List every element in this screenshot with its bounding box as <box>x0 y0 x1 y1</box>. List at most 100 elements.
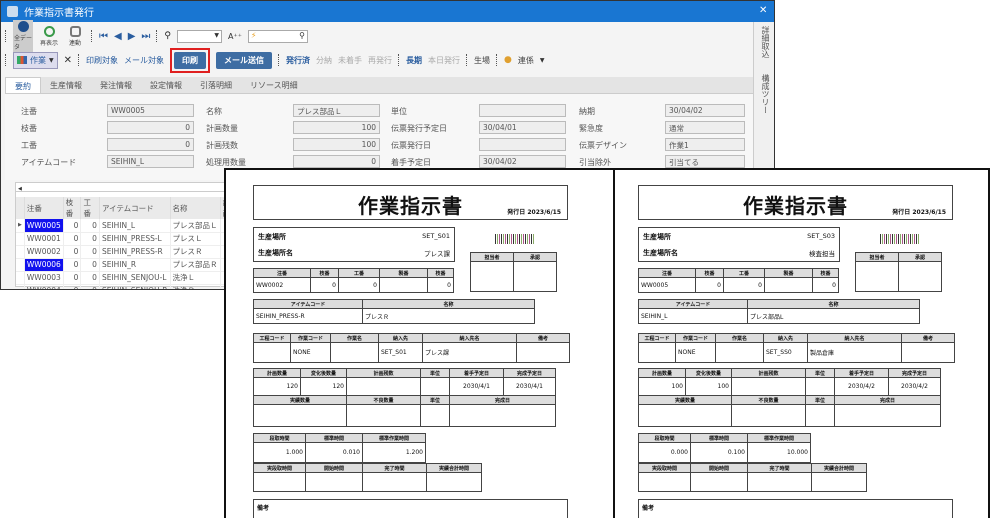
print-target-button[interactable]: 印刷対象 <box>86 55 118 66</box>
scroll-left-icon[interactable]: ◀ <box>16 186 22 192</box>
cell-item[interactable]: SEIHIN_L <box>99 219 171 233</box>
work-dropdown[interactable]: 作業 ▼ <box>13 51 58 69</box>
column-header[interactable]: 注番 <box>24 197 64 219</box>
search-field-select[interactable]: ▼ <box>177 29 222 43</box>
cell-work[interactable]: 0 <box>80 271 100 285</box>
cell-work[interactable]: 0 <box>80 258 100 272</box>
binoculars-icon[interactable]: ⚲ <box>164 31 171 41</box>
last-record-icon[interactable]: ⏭ <box>141 31 150 42</box>
field-input[interactable]: 30/04/02 <box>665 104 745 117</box>
cell-work[interactable]: 0 <box>80 245 100 259</box>
field-input[interactable]: 0 <box>107 121 194 134</box>
tab-3[interactable]: 設定情報 <box>141 77 191 93</box>
refresh-button[interactable]: 再表示 <box>39 25 59 47</box>
cell-item[interactable]: SEIHIN_SENJOU-R <box>99 284 171 289</box>
cell-name[interactable]: 洗浄Ｒ <box>170 284 221 289</box>
long-term-filter[interactable]: 長期 <box>406 55 422 66</box>
field-input[interactable]: 30/04/01 <box>479 121 566 134</box>
field-input[interactable]: 0 <box>107 138 194 151</box>
field-input[interactable]: 通常 <box>665 121 745 134</box>
all-data-button[interactable]: 全データ <box>13 20 33 52</box>
cell-item[interactable]: SEIHIN_SENJOU-L <box>99 271 171 285</box>
field-input[interactable]: 100 <box>293 121 380 134</box>
cell-item[interactable]: SEIHIN_PRESS-R <box>99 245 171 259</box>
clear-icon[interactable]: ✕ <box>64 55 72 66</box>
cell-order[interactable]: WW0005 <box>24 219 64 233</box>
time-table: 段取時間 標準時間 標準作業時間 0.000 0.100 10.000 <box>638 433 811 463</box>
close-icon[interactable]: ✕ <box>759 5 767 16</box>
field-input[interactable]: 0 <box>293 155 380 168</box>
cell-branch[interactable]: 0 <box>63 219 82 233</box>
field-input[interactable] <box>479 104 566 117</box>
table-row[interactable]: WW0002 0 0 SEIHIN_PRESS-R プレスＲ <box>16 245 239 259</box>
cell-item[interactable]: SEIHIN_R <box>99 258 171 272</box>
column-header[interactable]: 工番 <box>80 197 100 219</box>
cell-branch[interactable]: 0 <box>63 258 82 272</box>
structure-tree-tab[interactable]: 構成ツリー <box>760 74 771 114</box>
search-icon[interactable]: ⚲ <box>299 31 305 40</box>
field-label: 計画残数 <box>206 141 238 150</box>
cell-work[interactable]: 0 <box>80 232 100 246</box>
today-issue-filter[interactable]: 本日発行 <box>428 55 460 66</box>
mail-target-button[interactable]: メール対象 <box>124 55 164 66</box>
next-record-icon[interactable]: ▶ <box>128 31 136 42</box>
field-input[interactable]: WW0005 <box>107 104 194 117</box>
cell-branch[interactable]: 0 <box>63 245 82 259</box>
table-row[interactable]: WW0003 0 0 SEIHIN_SENJOU-L 洗浄Ｌ <box>16 271 239 285</box>
reissue-filter[interactable]: 再発行 <box>368 55 392 66</box>
cell-order[interactable]: WW0003 <box>24 271 64 285</box>
font-size-button[interactable]: A⁺⁺ <box>228 32 242 41</box>
not-started-filter[interactable]: 未着手 <box>338 55 362 66</box>
horizontal-scrollbar[interactable]: ◀ <box>16 183 239 192</box>
cell-name[interactable]: 洗浄Ｌ <box>170 271 221 285</box>
cell-name[interactable]: プレス部品Ｒ <box>170 258 221 272</box>
first-record-icon[interactable]: ⏮ <box>99 31 108 42</box>
cell-branch[interactable]: 0 <box>63 271 82 285</box>
print-button[interactable]: 印刷 <box>174 51 207 69</box>
column-header[interactable]: 名称 <box>170 197 221 219</box>
cell-order[interactable]: WW0002 <box>24 245 64 259</box>
field-input[interactable]: SEIHIN_L <box>107 155 194 168</box>
cell-work[interactable]: 0 <box>80 284 100 289</box>
table-row[interactable]: ▶ WW0005 0 0 SEIHIN_L プレス部品Ｌ <box>16 219 239 233</box>
field-input[interactable]: 30/04/02 <box>479 155 566 168</box>
cell-name[interactable]: プレスＬ <box>170 232 221 246</box>
field-input[interactable]: 100 <box>293 138 380 151</box>
mail-send-button[interactable]: メール送信 <box>216 51 273 69</box>
cell-name[interactable]: プレス部品Ｌ <box>170 219 221 233</box>
tab-4[interactable]: 引落明細 <box>191 77 241 93</box>
production-filter[interactable]: 生場 <box>474 55 490 66</box>
field-input[interactable] <box>479 138 566 151</box>
cell-work[interactable]: 0 <box>80 219 100 233</box>
search-input[interactable]: ⚡ ⚲ <box>247 29 308 43</box>
issued-filter[interactable]: 発行済 <box>286 55 310 66</box>
contact-dropdown[interactable]: 連係 <box>518 55 534 66</box>
field-input[interactable]: 引当てる <box>665 155 745 168</box>
field-input[interactable]: 作業1 <box>665 138 745 151</box>
detail-import-tab[interactable]: 詳細取込 <box>760 26 771 58</box>
cell-item[interactable]: SEIHIN_PRESS-L <box>99 232 171 246</box>
link-button[interactable]: 連動 <box>65 25 85 47</box>
field-label: 処理用数量 <box>206 158 246 167</box>
cell-name[interactable]: プレスＲ <box>170 245 221 259</box>
field-input[interactable]: プレス部品Ｌ <box>293 104 380 117</box>
column-header[interactable]: 枝番 <box>63 197 82 219</box>
tab-0[interactable]: 要約 <box>5 77 41 93</box>
tab-2[interactable]: 発注情報 <box>91 77 141 93</box>
table-row[interactable]: WW0006 0 0 SEIHIN_R プレス部品Ｒ <box>16 258 239 272</box>
record-grid[interactable]: ◀ 注番枝番工番アイテムコード名称計画 ▶WW000500SEIHIN_Lプレス… <box>15 182 240 289</box>
prev-record-icon[interactable]: ◀ <box>114 31 122 42</box>
cell-branch[interactable]: 0 <box>63 284 82 289</box>
table-row[interactable]: WW000400SEIHIN_SENJOU-R洗浄Ｒ <box>16 284 239 289</box>
cell-order[interactable]: WW0004 <box>24 284 64 289</box>
table-row[interactable]: WW0001 0 0 SEIHIN_PRESS-L プレスＬ <box>16 232 239 246</box>
cell-branch[interactable]: 0 <box>63 232 82 246</box>
tab-5[interactable]: リソース明細 <box>241 77 307 93</box>
tab-1[interactable]: 生産情報 <box>41 77 91 93</box>
split-filter[interactable]: 分納 <box>316 55 332 66</box>
cell-order[interactable]: WW0006 <box>24 258 64 272</box>
column-header[interactable]: アイテムコード <box>99 197 171 219</box>
name-header: 名称 <box>747 299 920 309</box>
cell-order[interactable]: WW0001 <box>24 232 64 246</box>
name-header: 名称 <box>362 299 535 309</box>
